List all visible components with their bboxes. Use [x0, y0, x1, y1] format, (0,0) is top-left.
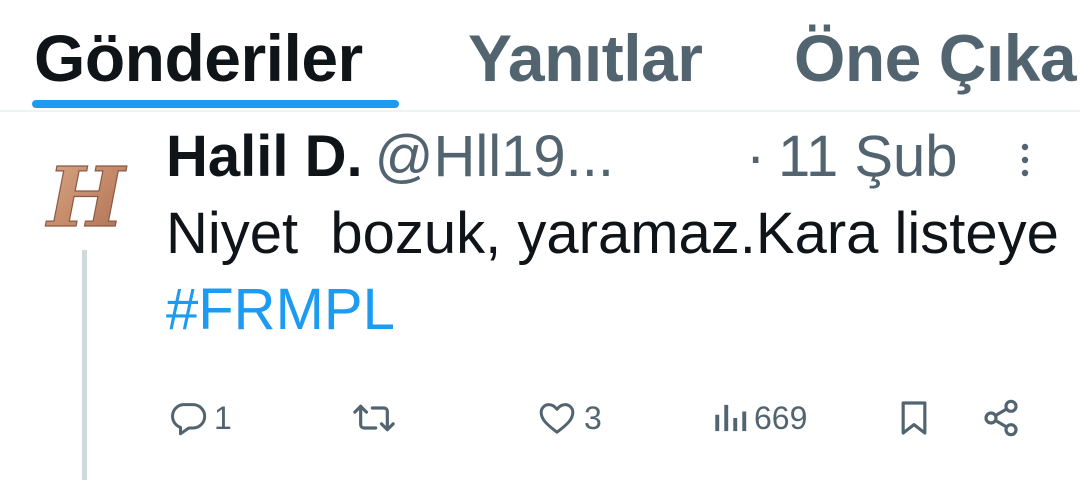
views-button[interactable]: 669: [712, 388, 807, 448]
profile-timeline: Gönderiler Yanıtlar Öne Çıka H Halil D. @…: [0, 0, 1080, 480]
tab-posts[interactable]: Gönderiler: [34, 18, 363, 98]
active-tab-indicator: [32, 100, 399, 108]
tab-replies[interactable]: Yanıtlar: [468, 18, 703, 98]
author-name[interactable]: Halil D.: [166, 124, 363, 189]
hashtag-link[interactable]: #FRMPL: [166, 277, 395, 342]
svg-text:H: H: [45, 150, 127, 246]
tweet-body: Niyet bozuk, yaramaz.Kara listeye: [166, 201, 1076, 266]
avatar[interactable]: H: [38, 149, 134, 246]
profile-tabs: Gönderiler Yanıtlar Öne Çıka: [0, 0, 1080, 112]
tab-highlights[interactable]: Öne Çıka: [794, 18, 1077, 98]
bookmark-icon: [901, 401, 927, 435]
like-icon: [539, 403, 575, 434]
tweet-actions: 1 3 669: [0, 388, 1080, 448]
tweet-header: Halil D. @Hll19... · 11 Şub: [166, 122, 958, 192]
like-count: 3: [584, 399, 602, 436]
reply-count: 1: [214, 399, 232, 436]
bookmark-button[interactable]: [894, 388, 934, 448]
share-icon: [984, 399, 1018, 437]
share-button[interactable]: [980, 388, 1022, 448]
author-handle[interactable]: @Hll19...: [375, 124, 614, 189]
retweet-icon: [353, 404, 395, 432]
tweet-date[interactable]: 11 Şub: [778, 122, 958, 192]
views-count: 669: [754, 399, 808, 436]
separator-dot: ·: [746, 124, 766, 189]
tweet-text: Niyet bozuk, yaramaz.Kara listeye #FRMPL: [166, 196, 1066, 348]
retweet-button[interactable]: [352, 388, 402, 448]
reply-icon: [171, 403, 207, 436]
views-icon: [715, 404, 747, 432]
more-vertical-icon[interactable]: [1018, 142, 1032, 178]
like-button[interactable]: 3: [536, 388, 602, 448]
avatar-letter-h-logo: H: [45, 149, 128, 246]
reply-button[interactable]: 1: [168, 388, 232, 448]
